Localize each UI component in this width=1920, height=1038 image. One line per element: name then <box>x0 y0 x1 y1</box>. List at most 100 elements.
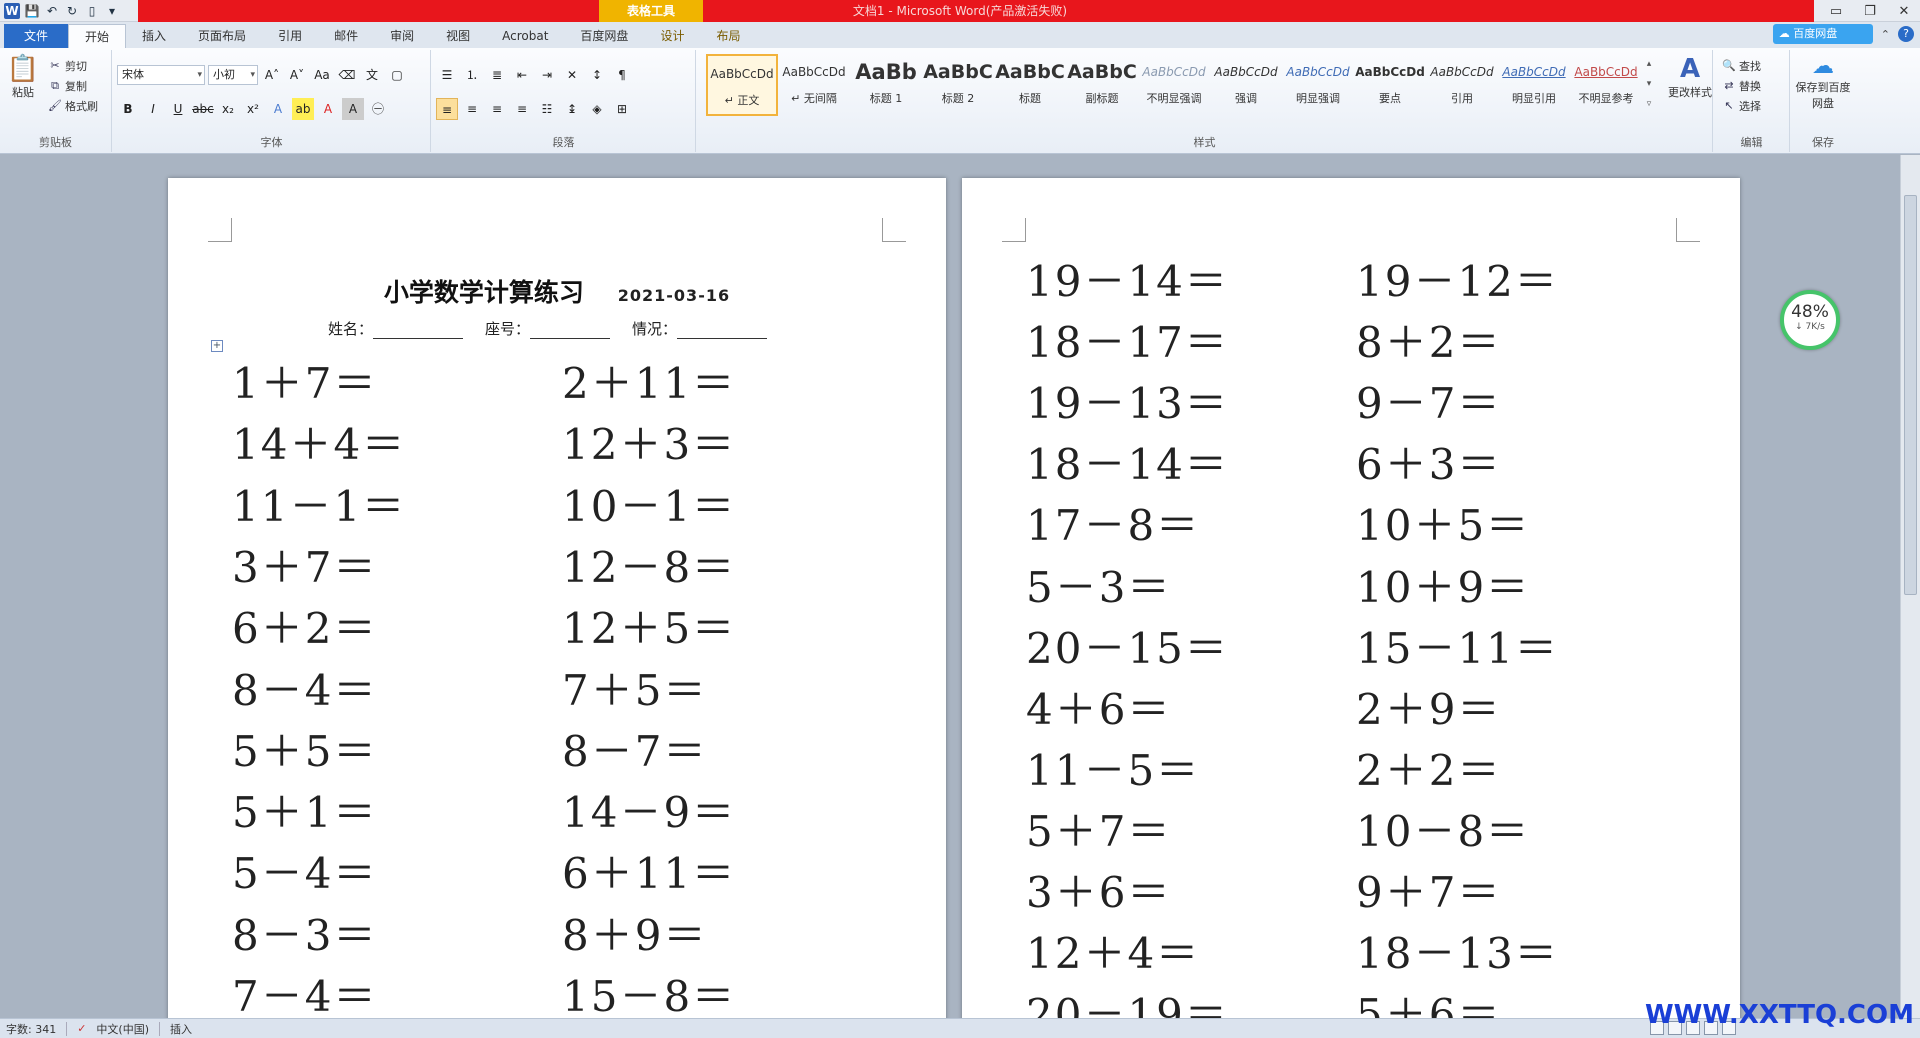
style-gallery-scroll[interactable]: ▴ ▾ ▿ <box>1642 54 1656 116</box>
copy-button[interactable]: ⧉ 复制 <box>48 76 98 96</box>
char-border-icon[interactable]: ▢ <box>386 64 408 86</box>
status-bar: 字数: 341 ✓ 中文(中国) 插入 <box>0 1018 1920 1038</box>
style-name: 标题 <box>1019 92 1041 105</box>
ribbon-collapse-icon[interactable]: ⌃ <box>1881 28 1890 41</box>
page-2[interactable]: 19－14＝ 18－17＝ 19－13＝ 18－14＝ 17－8＝ 5－3＝ 20－15＝ 4… <box>962 178 1740 1018</box>
help-icon[interactable]: ? <box>1898 26 1914 42</box>
tab-insert[interactable]: 插入 <box>126 24 182 48</box>
enclose-char-icon[interactable]: ㊀ <box>367 98 389 120</box>
select-button[interactable]: ↖ 选择 <box>1722 96 1761 116</box>
change-styles-button[interactable]: A 更改样式 <box>1662 54 1718 116</box>
tab-acrobat[interactable]: Acrobat <box>486 24 564 48</box>
tab-design[interactable]: 设计 <box>644 24 700 48</box>
align-left-icon[interactable]: ≡ <box>436 98 458 120</box>
tab-mailings[interactable]: 邮件 <box>318 24 374 48</box>
numbering-icon[interactable]: ⒈ <box>461 64 483 86</box>
scroll-thumb[interactable] <box>1904 195 1917 595</box>
paste-button[interactable]: 📋 粘贴 <box>6 54 40 100</box>
style-emphasis[interactable]: AaBbCcDd 强调 <box>1210 54 1282 116</box>
style-strong[interactable]: AaBbCcDd 要点 <box>1354 54 1426 116</box>
close-icon[interactable]: ✕ <box>1894 4 1914 19</box>
subscript-icon[interactable]: x₂ <box>217 98 239 120</box>
style-heading-2[interactable]: AaBbC 标题 2 <box>922 54 994 116</box>
show-marks-icon[interactable]: ¶ <box>611 64 633 86</box>
highlight-icon[interactable]: ab <box>292 98 314 120</box>
underline-icon[interactable]: U <box>167 98 189 120</box>
tab-baidu-netdisk[interactable]: 百度网盘 <box>564 24 644 48</box>
new-document-icon[interactable]: ▯ <box>84 3 100 19</box>
align-center-icon[interactable]: ≡ <box>461 98 483 120</box>
style-intense-quote[interactable]: AaBbCcDd 明显引用 <box>1498 54 1570 116</box>
style-intense-emphasis[interactable]: AaBbCcDd 明显强调 <box>1282 54 1354 116</box>
sort-icon[interactable]: ↕ <box>586 64 608 86</box>
cut-button[interactable]: ✂ 剪切 <box>48 56 98 76</box>
format-painter-button[interactable]: 🖌 格式刷 <box>48 96 98 116</box>
table-move-handle-icon[interactable]: + <box>211 340 223 352</box>
paste-icon: 📋 <box>6 54 40 84</box>
math-problem: 8＋2＝ <box>1356 318 1502 368</box>
network-speed-widget[interactable]: 48% ↓ 7K/s <box>1780 290 1840 350</box>
decrease-indent-icon[interactable]: ⇤ <box>511 64 533 86</box>
customize-qat-icon[interactable]: ▾ <box>104 3 120 19</box>
vertical-scrollbar[interactable] <box>1900 155 1920 1018</box>
borders-icon[interactable]: ⊞ <box>611 98 633 120</box>
find-button[interactable]: 🔍 查找 <box>1722 56 1761 76</box>
word-app-icon[interactable]: W <box>4 3 20 19</box>
find-label: 查找 <box>1739 60 1761 73</box>
restore-icon[interactable]: ❐ <box>1860 4 1880 19</box>
math-problem: 8－7＝ <box>562 726 708 776</box>
tab-view[interactable]: 视图 <box>430 24 486 48</box>
style-subtle-reference[interactable]: AaBbCcDd 不明显参考 <box>1570 54 1642 116</box>
page-1[interactable]: 小学数学计算练习 2021-03-16 姓名： 座号： 情况： + 1＋7＝ 14… <box>168 178 946 1018</box>
style-subtle-emphasis[interactable]: AaBbCcDd 不明显强调 <box>1138 54 1210 116</box>
tab-references[interactable]: 引用 <box>262 24 318 48</box>
proofing-icon[interactable]: ✓ <box>77 1022 86 1035</box>
style-sample: AaBbC <box>923 61 993 83</box>
superscript-icon[interactable]: x² <box>242 98 264 120</box>
font-color-icon[interactable]: A <box>317 98 339 120</box>
distributed-icon[interactable]: ☷ <box>536 98 558 120</box>
tab-review[interactable]: 审阅 <box>374 24 430 48</box>
style-title[interactable]: AaBbC 标题 <box>994 54 1066 116</box>
tab-layout[interactable]: 布局 <box>700 24 756 48</box>
char-shading-icon[interactable]: A <box>342 98 364 120</box>
baidu-cloud-button[interactable]: ☁ 百度网盘 <box>1772 24 1873 44</box>
increase-indent-icon[interactable]: ⇥ <box>536 64 558 86</box>
grow-font-icon[interactable]: A˄ <box>261 64 283 86</box>
justify-icon[interactable]: ≡ <box>511 98 533 120</box>
bullets-icon[interactable]: ☰ <box>436 64 458 86</box>
style-quote[interactable]: AaBbCcDd 引用 <box>1426 54 1498 116</box>
style-heading-1[interactable]: AaBb 标题 1 <box>850 54 922 116</box>
tab-home[interactable]: 开始 <box>68 24 127 48</box>
replace-button[interactable]: ⇄ 替换 <box>1722 76 1761 96</box>
italic-icon[interactable]: I <box>142 98 164 120</box>
tab-file[interactable]: 文件 <box>4 24 69 48</box>
chinese-layout-icon[interactable]: ✕ <box>561 64 583 86</box>
text-effects-icon[interactable]: A <box>267 98 289 120</box>
font-size-combo[interactable]: 小初 <box>208 65 258 85</box>
word-count[interactable]: 字数: 341 <box>6 1021 56 1037</box>
tab-page-layout[interactable]: 页面布局 <box>182 24 262 48</box>
save-icon[interactable]: 💾 <box>24 3 40 19</box>
undo-icon[interactable]: ↶ <box>44 3 60 19</box>
phonetic-icon[interactable]: 文 <box>361 64 383 86</box>
multilevel-list-icon[interactable]: ≣ <box>486 64 508 86</box>
style-no-spacing[interactable]: AaBbCcDd ↵ 无间隔 <box>778 54 850 116</box>
style-normal[interactable]: AaBbCcDd ↵ 正文 <box>706 54 778 116</box>
redo-icon[interactable]: ↻ <box>64 3 80 19</box>
language-indicator[interactable]: 中文(中国) <box>96 1021 149 1037</box>
style-subtitle[interactable]: AaBbC 副标题 <box>1066 54 1138 116</box>
bold-icon[interactable]: B <box>117 98 139 120</box>
strikethrough-icon[interactable]: abc <box>192 98 214 120</box>
shrink-font-icon[interactable]: A˅ <box>286 64 308 86</box>
font-name-combo[interactable]: 宋体 <box>117 65 205 85</box>
minimize-icon[interactable]: ▭ <box>1826 4 1846 19</box>
save-to-baidu-button[interactable]: ☁ 保存到百度网盘 <box>1793 54 1853 111</box>
shading-icon[interactable]: ◈ <box>586 98 608 120</box>
align-right-icon[interactable]: ≡ <box>486 98 508 120</box>
binoculars-icon: 🔍 <box>1722 59 1736 72</box>
line-spacing-icon[interactable]: ↨ <box>561 98 583 120</box>
clear-format-icon[interactable]: ⌫ <box>336 64 358 86</box>
change-case-icon[interactable]: Aa <box>311 64 333 86</box>
insert-mode[interactable]: 插入 <box>170 1021 192 1037</box>
